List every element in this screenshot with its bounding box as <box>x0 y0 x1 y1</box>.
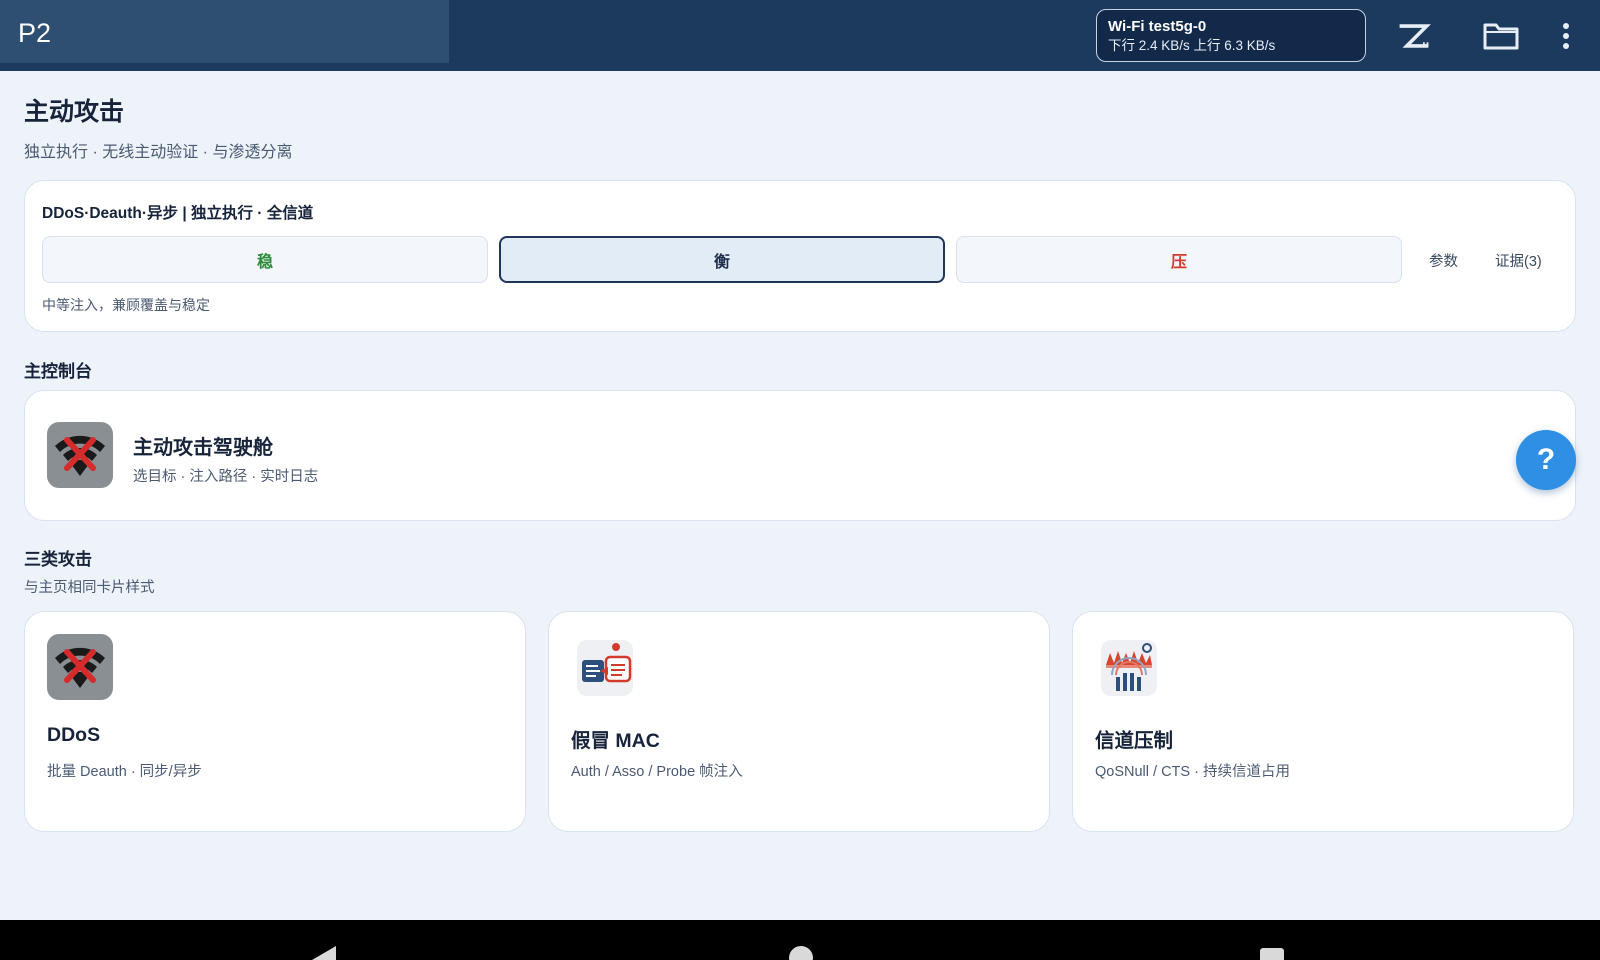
more-vert-icon[interactable] <box>1548 18 1584 54</box>
tab-p2[interactable]: P2 <box>0 0 449 63</box>
mode-segment-balance[interactable]: 衡 <box>499 236 945 283</box>
attack-cockpit-card[interactable]: 主动攻击驾驶舱 选目标 · 注入路径 · 实时日志 <box>24 390 1576 521</box>
mode-card: DDoS·Deauth·异步 | 独立执行 · 全信道 稳 衡 压 参数 证据(… <box>24 180 1576 332</box>
attack-card-mac-spoof[interactable]: 假冒 MAC Auth / Asso / Probe 帧注入 <box>548 611 1050 832</box>
attack-card-channel-jam[interactable]: 信道压制 QoSNull / CTS · 持续信道占用 <box>1072 611 1574 832</box>
cockpit-title: 主动攻击驾驶舱 <box>133 437 273 459</box>
attack-card-ddos[interactable]: DDoS 批量 Deauth · 同步/异步 <box>24 611 526 832</box>
wifi-deauth-icon <box>47 634 113 700</box>
folder-icon[interactable] <box>1483 18 1519 54</box>
wifi-deauth-icon <box>47 422 113 488</box>
help-button[interactable]: ? <box>1516 430 1576 490</box>
page-title: 主动攻击 <box>24 98 125 126</box>
attacks-section-subtitle: 与主页相同卡片样式 <box>24 580 155 596</box>
top-app-bar: P2 Wi-Fi test5g-0 下行 2.4 KB/s 上行 6.3 KB/… <box>0 0 1600 71</box>
recents-nav-icon[interactable] <box>1260 948 1284 960</box>
page-subtitle: 独立执行 · 无线主动验证 · 与渗透分离 <box>24 144 293 161</box>
mode-description: 中等注入，兼顾覆盖与稳定 <box>42 297 210 313</box>
evidence-button[interactable]: 证据(3) <box>1495 250 1542 271</box>
console-section-title: 主控制台 <box>24 362 92 381</box>
cockpit-subtitle: 选目标 · 注入路径 · 实时日志 <box>133 469 319 485</box>
attack-card-subtitle: Auth / Asso / Probe 帧注入 <box>571 764 743 780</box>
attack-card-subtitle: 批量 Deauth · 同步/异步 <box>47 764 202 780</box>
wifi-status-box[interactable]: Wi-Fi test5g-0 下行 2.4 KB/s 上行 6.3 KB/s <box>1096 9 1366 62</box>
mode-segment-stable[interactable]: 稳 <box>42 236 488 283</box>
channel-jam-icon <box>1101 640 1157 696</box>
wifi-speed: 下行 2.4 KB/s 上行 6.3 KB/s <box>1108 38 1276 53</box>
wifi-ssid: Wi-Fi test5g-0 <box>1108 18 1207 35</box>
params-button[interactable]: 参数 <box>1429 250 1458 271</box>
attack-card-title: 假冒 MAC <box>571 730 660 752</box>
attack-card-title: 信道压制 <box>1095 730 1174 752</box>
mode-segment-pressure[interactable]: 压 <box>956 236 1402 283</box>
attack-card-subtitle: QoSNull / CTS · 持续信道占用 <box>1095 764 1290 780</box>
mode-card-title: DDoS·Deauth·异步 | 独立执行 · 全信道 <box>42 205 314 222</box>
attacks-section-title: 三类攻击 <box>24 550 92 569</box>
back-nav-icon[interactable] <box>312 946 336 960</box>
mac-spoof-icon <box>577 640 633 696</box>
attack-card-title: DDoS <box>47 724 101 746</box>
z-logo-icon[interactable] <box>1396 18 1432 54</box>
